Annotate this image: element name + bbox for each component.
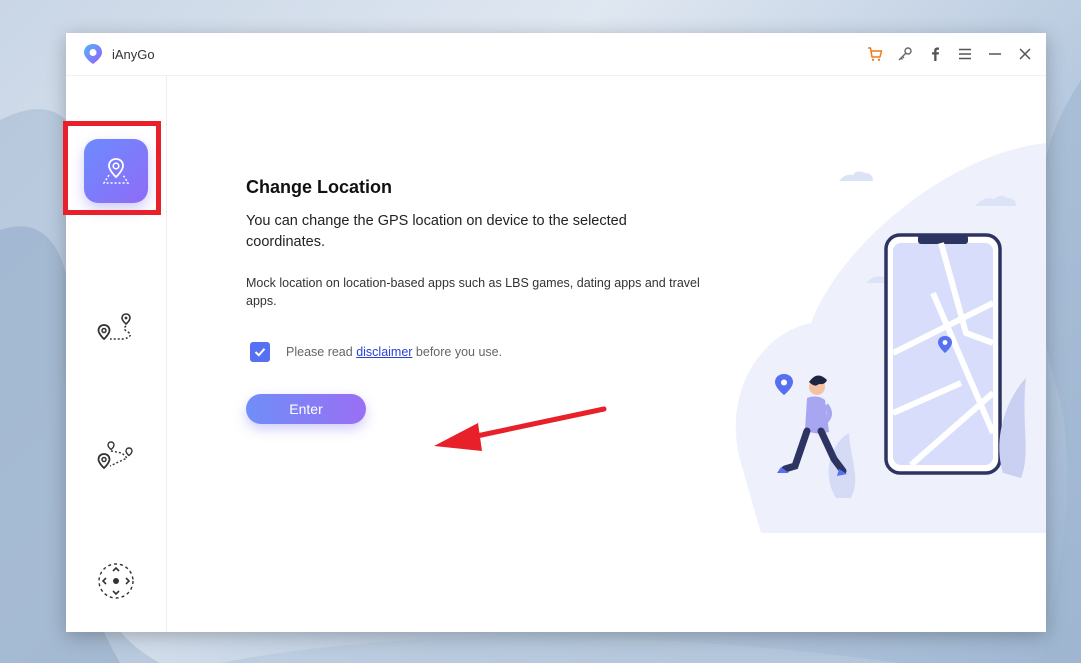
facebook-icon[interactable]	[924, 43, 946, 65]
iAnyGo-logo-icon	[84, 44, 102, 64]
disclaimer-row: Please read disclaimer before you use.	[250, 342, 502, 362]
sidebar-item-multi-spot-movement[interactable]	[66, 421, 166, 491]
key-icon[interactable]	[894, 43, 916, 65]
disclaimer-text: Please read disclaimer before you use.	[286, 345, 502, 359]
map-pin-area-icon	[102, 158, 130, 184]
disclaimer-prefix: Please read	[286, 345, 357, 359]
title-bar: iAnyGo	[66, 33, 1046, 76]
menu-icon[interactable]	[954, 43, 976, 65]
change-location-tile	[84, 139, 148, 203]
disclaimer-link[interactable]: disclaimer	[356, 345, 412, 359]
two-pins-route-icon	[97, 313, 131, 341]
sidebar-item-joystick-movement[interactable]	[66, 546, 166, 616]
cart-icon[interactable]	[864, 43, 886, 65]
page-subdescription: Mock location on location-based apps suc…	[246, 276, 700, 308]
disclaimer-checkbox[interactable]	[250, 342, 270, 362]
minimize-icon[interactable]	[984, 43, 1006, 65]
page-title: Change Location	[246, 177, 393, 197]
joystick-icon	[98, 563, 134, 599]
phone-map-illustration	[735, 143, 1046, 533]
annotation-arrow	[434, 406, 607, 451]
sidebar-item-change-location[interactable]	[66, 136, 166, 206]
app-title: iAnyGo	[112, 47, 155, 62]
close-icon[interactable]	[1014, 43, 1036, 65]
app-window: iAnyGo Change Location You can change th…	[63, 33, 1046, 632]
sidebar-item-two-spot-movement[interactable]	[66, 294, 166, 364]
multi-pins-route-icon	[97, 441, 133, 470]
checkmark-icon	[254, 348, 266, 357]
enter-button[interactable]: Enter	[246, 394, 366, 424]
page-description: You can change the GPS location on devic…	[246, 213, 627, 250]
sidebar	[66, 76, 167, 632]
disclaimer-suffix: before you use.	[412, 345, 503, 359]
